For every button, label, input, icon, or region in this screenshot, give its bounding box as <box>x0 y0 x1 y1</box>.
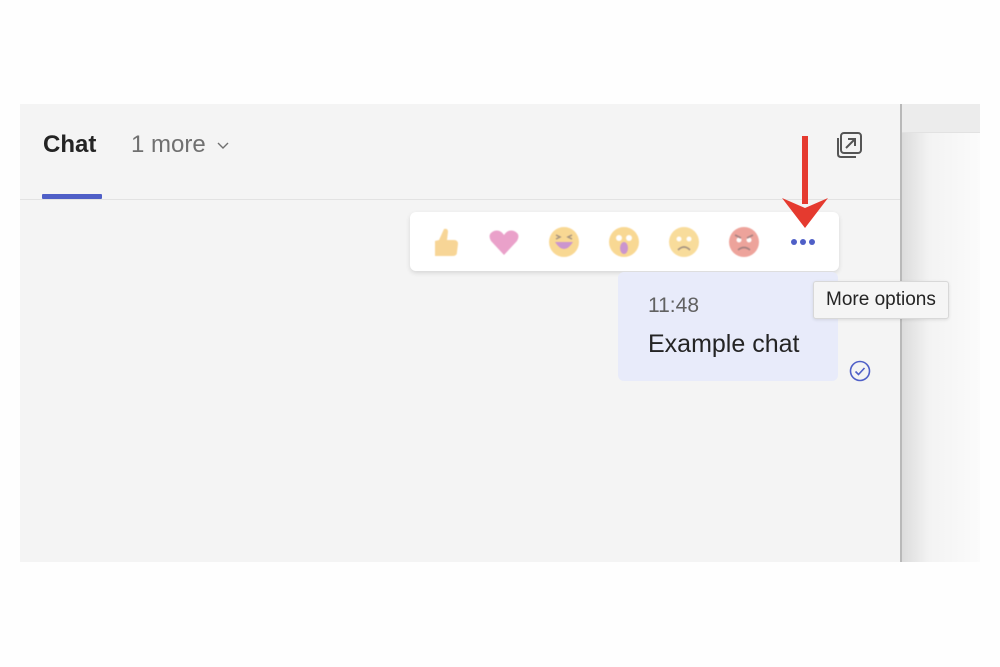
surprised-face-icon[interactable] <box>607 225 641 259</box>
message-time: 11:48 <box>648 294 699 317</box>
side-pane-header <box>902 104 980 133</box>
tab-more-label: 1 more <box>131 131 206 158</box>
pop-out-icon[interactable] <box>835 131 863 159</box>
tab-chat[interactable]: Chat <box>43 131 96 159</box>
more-options-tooltip: More options <box>813 281 949 319</box>
thumbs-up-icon[interactable] <box>427 225 461 259</box>
tab-more-dropdown[interactable]: 1 more <box>131 131 230 159</box>
side-pane <box>902 104 980 562</box>
chevron-down-icon <box>217 142 229 149</box>
reaction-bar <box>410 212 839 271</box>
heart-icon[interactable] <box>487 225 521 259</box>
laughing-face-icon[interactable] <box>547 225 581 259</box>
sad-face-icon[interactable] <box>667 225 701 259</box>
tabs-divider <box>20 199 900 200</box>
more-options-icon[interactable] <box>788 236 818 248</box>
annotation-arrow-icon <box>782 136 828 228</box>
check-circle-icon <box>849 360 871 382</box>
chat-message[interactable]: 11:48 Example chat <box>618 272 838 381</box>
angry-face-icon[interactable] <box>727 225 761 259</box>
message-text: Example chat <box>648 330 800 358</box>
